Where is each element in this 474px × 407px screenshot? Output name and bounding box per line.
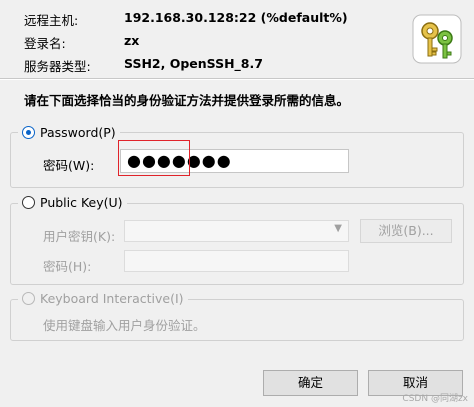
watermark: CSDN @同湖zx [402,394,468,404]
password-method-label: Password(P) [40,124,116,140]
public-key-radio[interactable] [22,195,35,209]
passphrase-input[interactable] [124,250,349,272]
keyboard-interactive-radio[interactable] [22,291,35,305]
password-radio-row[interactable]: Password(P) [18,124,120,140]
ok-button[interactable]: 确定 [263,370,358,396]
keyboard-interactive-description: 使用键盘输入用户身份验证。 [43,318,206,333]
password-radio[interactable] [22,125,35,139]
user-key-label: 用户密钥(K): [43,229,116,244]
keys-icon [412,14,462,64]
login-name-label: 登录名: [24,36,66,51]
highlight-box [118,140,190,176]
chevron-down-icon: ▼ [334,223,342,234]
user-key-select[interactable]: ▼ [124,220,349,242]
public-key-radio-row[interactable]: Public Key(U) [18,194,127,210]
server-type-label: 服务器类型: [24,59,91,74]
instruction-text: 请在下面选择恰当的身份验证方法并提供登录所需的信息。 [24,93,350,108]
remote-host-label: 远程主机: [24,13,79,28]
keyboard-interactive-label: Keyboard Interactive(I) [40,290,184,306]
public-key-method-label: Public Key(U) [40,194,123,210]
password-field-label: 密码(W): [43,158,95,173]
server-type-value: SSH2, OpenSSH_8.7 [124,56,263,71]
remote-host-value: 192.168.30.128:22 (%default%) [124,10,348,25]
login-name-value: zx [124,33,140,48]
keyboard-interactive-radio-row[interactable]: Keyboard Interactive(I) [18,290,188,306]
passphrase-label: 密码(H): [43,259,92,274]
header-divider [0,78,474,80]
browse-button[interactable]: 浏览(B)... [360,219,452,243]
